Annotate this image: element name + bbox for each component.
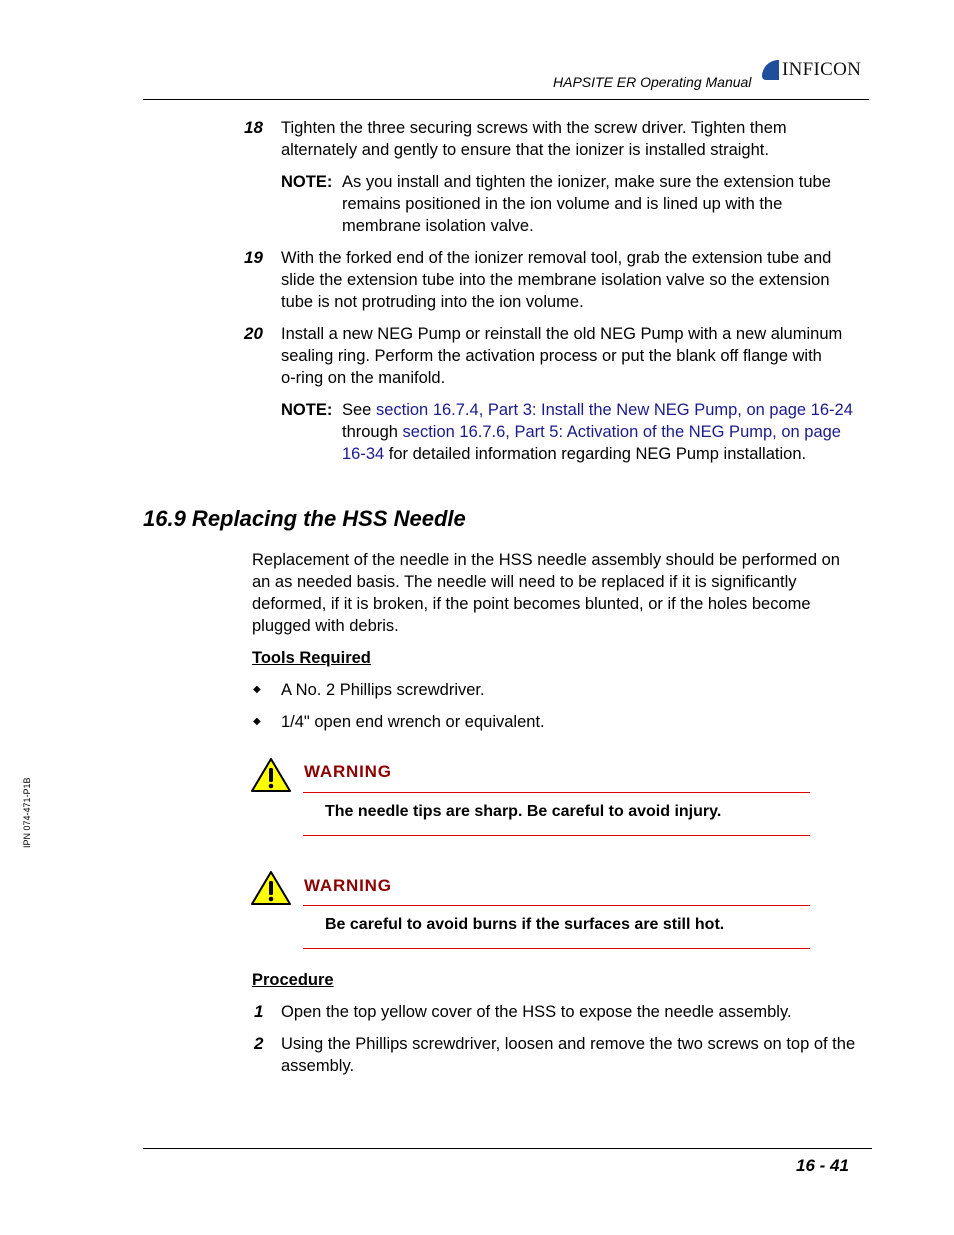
- warning-title: WARNING: [304, 876, 392, 895]
- note-label: NOTE:: [281, 401, 333, 419]
- step-number: 18: [244, 118, 263, 137]
- step-text: With the forked end of the ionizer remov…: [281, 249, 832, 267]
- intro-text: plugged with debris.: [252, 617, 399, 635]
- step-number: 19: [244, 248, 263, 267]
- step-text: sealing ring. Perform the activation pro…: [281, 347, 822, 365]
- note-text: See: [342, 401, 376, 419]
- step-text: Open the top yellow cover of the HSS to …: [281, 1003, 792, 1021]
- header-rule: [143, 99, 869, 100]
- note-line: through section 16.7.6, Part 5: Activati…: [342, 421, 841, 443]
- step-text: assembly.: [281, 1057, 355, 1075]
- warning-rule: [303, 948, 810, 949]
- tool-item: 1/4" open end wrench or equivalent.: [281, 713, 545, 731]
- step-text: slide the extension tube into the membra…: [281, 271, 830, 289]
- note-text: remains positioned in the ion volume and…: [342, 195, 783, 213]
- warning-rule: [303, 905, 810, 906]
- note-text: As you install and tighten the ionizer, …: [342, 173, 831, 191]
- inficon-logo: INFICON: [760, 58, 861, 82]
- step-text: Tighten the three securing screws with t…: [281, 119, 787, 137]
- logo-mark-icon: [762, 60, 779, 80]
- step-number: 1: [254, 1002, 264, 1021]
- footer-rule: [143, 1148, 872, 1149]
- document-id: IPN 074-471-P1B: [22, 777, 32, 848]
- warning-text: The needle tips are sharp. Be careful to…: [325, 803, 722, 820]
- warning-rule: [303, 792, 810, 793]
- procedure-heading: Procedure: [252, 971, 334, 989]
- step-number: 20: [244, 324, 263, 343]
- step-text: tube is not protruding into the ion volu…: [281, 293, 584, 311]
- warning-triangle-icon: [251, 871, 291, 905]
- step-number: 2: [254, 1034, 264, 1053]
- warning-title: WARNING: [304, 762, 392, 781]
- bullet-icon: ◆: [253, 716, 261, 727]
- note-text: through: [342, 423, 403, 441]
- step-text: Using the Phillips screwdriver, loosen a…: [281, 1035, 856, 1053]
- step-text: o-ring on the manifold.: [281, 369, 446, 387]
- intro-text: an as needed basis. The needle will need…: [252, 573, 797, 591]
- cross-reference-link[interactable]: 16-34: [342, 445, 384, 463]
- cross-reference-link[interactable]: section 16.7.6, Part 5: Activation of th…: [403, 423, 841, 441]
- intro-text: deformed, if it is broken, if the point …: [252, 595, 811, 613]
- tool-item: A No. 2 Phillips screwdriver.: [281, 681, 485, 699]
- intro-text: Replacement of the needle in the HSS nee…: [252, 551, 840, 569]
- warning-triangle-icon: [251, 758, 291, 792]
- manual-title: HAPSITE ER Operating Manual: [553, 74, 752, 90]
- warning-text: Be careful to avoid burns if the surface…: [325, 916, 725, 933]
- logo-text: INFICON: [782, 59, 862, 80]
- note-line: 16-34 for detailed information regarding…: [342, 443, 806, 465]
- step-text: Install a new NEG Pump or reinstall the …: [281, 325, 843, 343]
- section-heading: 16.9 Replacing the HSS Needle: [143, 506, 466, 531]
- bullet-icon: ◆: [253, 684, 261, 695]
- page-number: 16 - 41: [796, 1156, 849, 1175]
- cross-reference-link[interactable]: section 16.7.4, Part 3: Install the New …: [376, 401, 853, 419]
- warning-rule: [303, 835, 810, 836]
- step-text: alternately and gently to ensure that th…: [281, 141, 769, 159]
- note-text: for detailed information regarding NEG P…: [384, 445, 807, 463]
- tools-required-heading: Tools Required: [252, 649, 371, 667]
- note-line: See section 16.7.4, Part 3: Install the …: [342, 399, 853, 421]
- note-text: membrane isolation valve.: [342, 217, 534, 235]
- note-label: NOTE:: [281, 173, 333, 191]
